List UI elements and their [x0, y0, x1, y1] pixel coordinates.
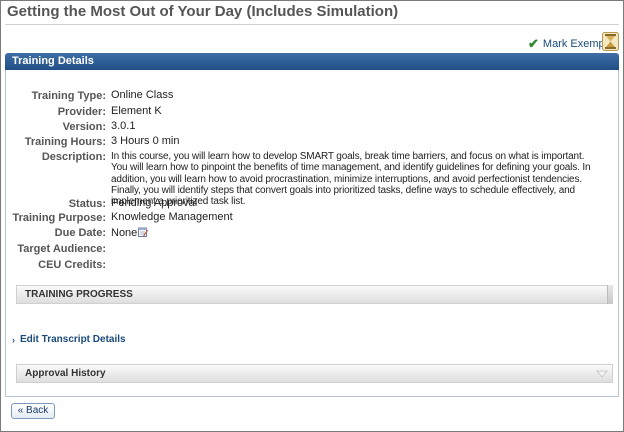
detail-value: Pending Approval: [111, 197, 198, 209]
detail-value: Element K: [111, 105, 162, 117]
detail-value: None: [111, 227, 138, 239]
detail-label: Target Audience:: [17, 243, 106, 255]
window-frame: Getting the Most Out of Your Day (Includ…: [0, 0, 624, 432]
detail-row-training-purpose: Training Purpose: Knowledge Management: [6, 211, 620, 224]
edit-transcript-label: Edit Transcript Details: [20, 334, 126, 345]
detail-row-training-type: Training Type: Online Class: [6, 89, 620, 102]
section-title: Training Details: [12, 55, 94, 67]
approval-history-label: Approval History: [25, 368, 106, 379]
due-date-value-wrap: None: [111, 227, 601, 240]
mark-exempt-button[interactable]: ✔ Mark Exempt: [528, 37, 608, 50]
hourglass-icon[interactable]: [602, 32, 619, 51]
detail-value: Knowledge Management: [111, 211, 233, 223]
mark-exempt-label: Mark Exempt: [542, 37, 608, 50]
page-title: Getting the Most Out of Your Day (Includ…: [7, 3, 399, 20]
detail-value: Online Class: [111, 89, 174, 101]
detail-label: Training Type:: [31, 90, 106, 102]
detail-row-status: Status: Pending Approval: [6, 197, 620, 210]
detail-row-due-date: Due Date: None: [6, 227, 620, 240]
chevron-right-icon: ›: [12, 334, 15, 345]
detail-label: CEU Credits:: [38, 259, 106, 271]
detail-value: 3.0.1: [111, 120, 136, 132]
detail-label: Training Purpose:: [12, 212, 106, 224]
training-progress-bar[interactable]: TRAINING PROGRESS: [16, 285, 613, 304]
detail-row-target-audience: Target Audience:: [6, 243, 620, 255]
approval-history-bar[interactable]: Approval History: [16, 364, 613, 383]
detail-label: Provider:: [57, 106, 106, 118]
detail-row-ceu-credits: CEU Credits:: [6, 259, 620, 271]
detail-row-training-hours: Training Hours: 3 Hours 0 min: [6, 135, 620, 148]
training-details-panel: Training Type: Online Class Provider: El…: [5, 70, 619, 397]
chevron-down-icon[interactable]: [596, 370, 608, 378]
check-icon: ✔: [528, 36, 539, 51]
edit-transcript-link[interactable]: › Edit Transcript Details: [12, 334, 126, 345]
detail-value: [111, 243, 601, 255]
training-details-header: Training Details: [5, 53, 619, 70]
detail-value: 3 Hours 0 min: [111, 135, 180, 147]
detail-label: Due Date:: [54, 227, 106, 239]
detail-row-version: Version: 3.0.1: [6, 120, 620, 133]
detail-label: Status:: [68, 198, 106, 210]
calendar-edit-icon[interactable]: [138, 227, 149, 237]
training-progress-label: TRAINING PROGRESS: [25, 289, 133, 300]
detail-label: Version:: [62, 121, 106, 133]
detail-row-provider: Provider: Element K: [6, 105, 620, 118]
detail-value: [111, 259, 601, 271]
bar-cap: [607, 285, 613, 304]
detail-label: Training Hours:: [24, 136, 106, 148]
back-button[interactable]: « Back: [11, 403, 55, 419]
title-divider: [5, 24, 619, 25]
